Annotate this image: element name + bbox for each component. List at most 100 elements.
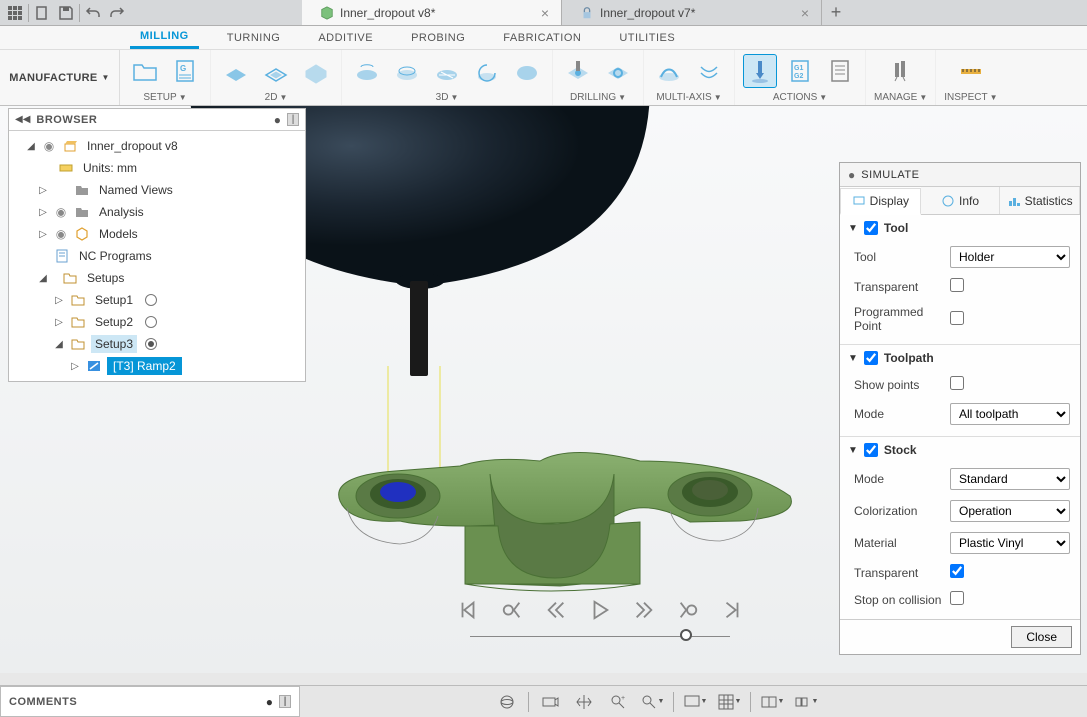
workspace-selector[interactable]: MANUFACTURE▼ [0, 50, 120, 105]
slider-handle[interactable] [680, 629, 692, 641]
redo-icon[interactable] [106, 2, 128, 24]
collapse-icon[interactable]: ◀◀ [15, 114, 30, 125]
material-select[interactable]: Plastic Vinyl [950, 532, 1070, 554]
active-setup-radio[interactable] [145, 294, 157, 306]
setup-sheet-icon[interactable] [823, 54, 857, 88]
close-icon[interactable]: × [801, 5, 809, 21]
sim-section-toolpath[interactable]: ▼Toolpath [840, 344, 1080, 371]
pocket-2d-icon[interactable] [299, 54, 333, 88]
active-setup-radio[interactable] [145, 338, 157, 350]
svg-text:G2: G2 [794, 73, 803, 80]
ribbon-tab-utilities[interactable]: UTILITIES [609, 26, 685, 49]
stock-section-check[interactable] [864, 443, 878, 457]
rewind-loop-icon[interactable] [498, 596, 526, 624]
ribbon-tab-milling[interactable]: MILLING [130, 26, 199, 49]
eye-icon[interactable]: ◉ [41, 139, 57, 153]
app-menu-icon[interactable] [4, 2, 26, 24]
sim-tab-statistics[interactable]: Statistics [1000, 187, 1080, 214]
active-setup-radio[interactable] [145, 316, 157, 328]
browser-pin-icon[interactable]: | [287, 113, 299, 126]
tree-models[interactable]: ▷◉ Models [9, 223, 305, 245]
colorization-select[interactable]: Operation [950, 500, 1070, 522]
skip-start-icon[interactable] [454, 596, 482, 624]
sim-tab-info[interactable]: Info [921, 187, 1001, 214]
ribbon-tab-probing[interactable]: PROBING [401, 26, 475, 49]
show-points-check[interactable] [950, 376, 964, 390]
face-mill-icon[interactable] [219, 54, 253, 88]
close-icon[interactable]: × [541, 5, 549, 21]
scallop-3d-icon[interactable] [430, 54, 464, 88]
zoom-icon[interactable]: ▼ [639, 690, 665, 714]
toolpath-mode-select[interactable]: All toolpath [950, 403, 1070, 425]
drill-bore-icon[interactable] [601, 54, 635, 88]
tree-setup3[interactable]: ◢ Setup3 [9, 333, 305, 355]
adaptive-3d-icon[interactable] [350, 54, 384, 88]
step-back-icon[interactable] [542, 596, 570, 624]
orbit-icon[interactable] [494, 690, 520, 714]
tree-ramp2[interactable]: ▷ [T3] Ramp2 [9, 355, 305, 377]
stop-collision-check[interactable] [950, 591, 964, 605]
file-new-icon[interactable] [31, 2, 53, 24]
tree-analysis[interactable]: ▷◉ Analysis [9, 201, 305, 223]
tree-root[interactable]: ◢ ◉ Inner_dropout v8 [9, 135, 305, 157]
tool-section-check[interactable] [864, 221, 878, 235]
look-at-icon[interactable] [537, 690, 563, 714]
eye-icon[interactable]: ◉ [53, 227, 69, 241]
comments-pin-icon[interactable]: | [279, 695, 291, 708]
grid-settings-icon[interactable]: ▼ [716, 690, 742, 714]
undo-icon[interactable] [82, 2, 104, 24]
stock-transparent-check[interactable] [950, 564, 964, 578]
tree-nc-programs[interactable]: NC Programs [9, 245, 305, 267]
pan-icon[interactable] [571, 690, 597, 714]
tree-setup2[interactable]: ▷ Setup2 [9, 311, 305, 333]
zoom-fit-icon[interactable]: + [605, 690, 631, 714]
tree-setup1[interactable]: ▷ Setup1 [9, 289, 305, 311]
tree-named-views[interactable]: ▷ Named Views [9, 179, 305, 201]
measure-icon[interactable] [954, 54, 988, 88]
ribbon-tab-turning[interactable]: TURNING [217, 26, 291, 49]
multi-flow-icon[interactable] [692, 54, 726, 88]
tool-transparent-check[interactable] [950, 278, 964, 292]
sim-section-stock[interactable]: ▼Stock [840, 436, 1080, 463]
ribbon-tab-fabrication[interactable]: FABRICATION [493, 26, 591, 49]
multi-view-icon[interactable]: ▼ [793, 690, 819, 714]
drill-basic-icon[interactable] [561, 54, 595, 88]
close-button[interactable]: Close [1011, 626, 1072, 648]
viewport-settings-icon[interactable]: ▼ [759, 690, 785, 714]
gcode-sheet-icon[interactable]: G [168, 54, 202, 88]
folder-open-icon[interactable] [128, 54, 162, 88]
tree-units[interactable]: Units: mm [9, 157, 305, 179]
radial-3d-icon[interactable] [510, 54, 544, 88]
sim-tab-display[interactable]: Display [840, 188, 921, 215]
step-forward-icon[interactable] [630, 596, 658, 624]
eye-icon[interactable]: ◉ [53, 205, 69, 219]
sim-section-tool[interactable]: ▼Tool [840, 215, 1080, 241]
comments-settings-icon[interactable]: ● [266, 695, 273, 709]
tool-library-icon[interactable] [884, 54, 918, 88]
tree-setups[interactable]: ◢ Setups [9, 267, 305, 289]
programmed-point-check[interactable] [950, 311, 964, 325]
ribbon-tab-additive[interactable]: ADDITIVE [308, 26, 383, 49]
browser-settings-icon[interactable]: ● [274, 113, 281, 127]
file-tab-inactive[interactable]: Inner_dropout v7* × [562, 0, 822, 25]
save-icon[interactable] [55, 2, 77, 24]
playback-slider[interactable] [470, 636, 730, 637]
ffwd-loop-icon[interactable] [674, 596, 702, 624]
toolpath-section-check[interactable] [864, 351, 878, 365]
parallel-3d-icon[interactable] [390, 54, 424, 88]
play-icon[interactable] [586, 596, 614, 624]
setup-icon [69, 314, 87, 330]
spiral-3d-icon[interactable] [470, 54, 504, 88]
comments-panel[interactable]: COMMENTS ● | [0, 686, 300, 717]
stock-mode-select[interactable]: Standard [950, 468, 1070, 490]
stats-icon [1007, 194, 1021, 208]
file-tab-active[interactable]: Inner_dropout v8* × [302, 0, 562, 25]
simulate-icon[interactable] [743, 54, 777, 88]
display-settings-icon[interactable]: ▼ [682, 690, 708, 714]
add-tab-button[interactable]: + [822, 0, 850, 25]
tool-select[interactable]: Holder [950, 246, 1070, 268]
contour-2d-icon[interactable] [259, 54, 293, 88]
skip-end-icon[interactable] [718, 596, 746, 624]
post-process-icon[interactable]: G1G2 [783, 54, 817, 88]
swarf-icon[interactable] [652, 54, 686, 88]
